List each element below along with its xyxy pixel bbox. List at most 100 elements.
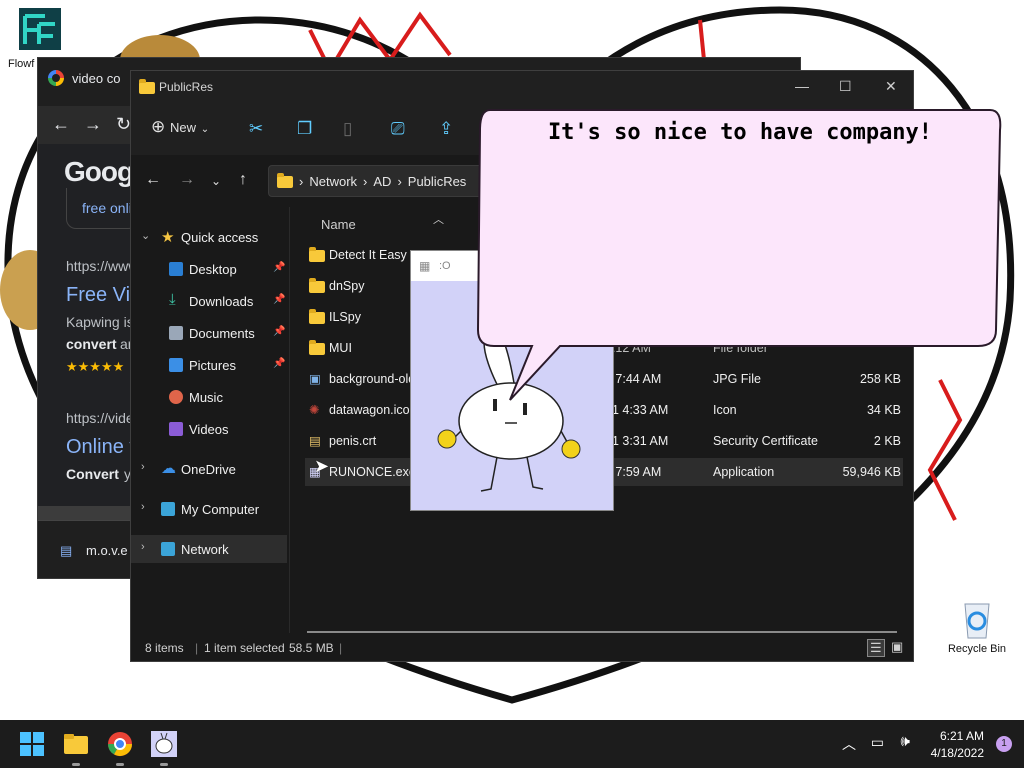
folder-icon xyxy=(309,309,325,324)
folder-icon xyxy=(309,340,325,355)
mouse-cursor-icon: ➤ xyxy=(314,456,330,476)
back-arrow-icon[interactable]: ← xyxy=(145,171,161,189)
google-logo: Goog xyxy=(64,156,134,187)
pane-divider xyxy=(289,207,290,637)
cut-icon[interactable]: ✂ xyxy=(249,119,263,139)
window-title: PublicRes xyxy=(159,80,214,94)
chevron-right-icon: › xyxy=(141,501,145,513)
star-icon: ★ xyxy=(161,229,175,246)
folder-icon xyxy=(139,79,155,94)
navigation-pane: ⌄ ★ Quick access Desktop 📌 ⤓ Downloads 📌… xyxy=(131,207,289,627)
pin-icon[interactable]: 📌 xyxy=(273,326,285,337)
taskbar: ︿ ▭ 🕪 6:21 AM 4/18/2022 1 xyxy=(0,720,1024,768)
system-clock[interactable]: 6:21 AM 4/18/2022 xyxy=(931,728,984,762)
up-arrow-icon[interactable]: ↑ xyxy=(239,171,247,189)
close-icon[interactable]: ✕ xyxy=(885,78,897,95)
ico-file-icon: ✺ xyxy=(309,403,320,417)
rating-stars: ★★★★★ xyxy=(66,359,125,374)
breadcrumb-item[interactable]: AD xyxy=(373,174,391,189)
start-button[interactable] xyxy=(16,728,48,760)
copy-icon[interactable]: ❐ xyxy=(297,119,312,139)
paste-icon[interactable]: ▯ xyxy=(343,119,352,139)
column-header-name[interactable]: Name xyxy=(321,217,356,232)
download-icon: ⤓ xyxy=(169,291,176,308)
selection-count: 1 item selected xyxy=(204,641,285,655)
breadcrumb-item[interactable]: Network xyxy=(309,174,357,189)
notification-badge[interactable]: 1 xyxy=(996,736,1012,752)
taskbar-mascot-app[interactable] xyxy=(148,728,180,766)
cloud-icon: ☁ xyxy=(161,460,176,477)
mascot-app-icon xyxy=(151,731,177,757)
sidebar-item-music[interactable]: Music xyxy=(131,383,287,411)
network-icon xyxy=(161,542,175,556)
music-icon xyxy=(169,390,183,404)
chevron-right-icon: › xyxy=(141,461,145,473)
recycle-bin-icon xyxy=(964,603,990,639)
result-title-link[interactable]: Online v xyxy=(66,436,139,459)
chrome-icon xyxy=(108,732,132,757)
app-logo-icon xyxy=(19,8,61,50)
chevron-down-icon: ⌄ xyxy=(141,230,151,242)
taskbar-chrome[interactable] xyxy=(104,728,136,766)
app-icon: ▦ xyxy=(419,259,431,273)
sidebar-item-desktop[interactable]: Desktop 📌 xyxy=(131,255,287,283)
horizontal-scrollbar[interactable] xyxy=(38,506,130,520)
video-icon xyxy=(169,422,183,436)
tiles-view-icon[interactable]: ▣ xyxy=(891,639,903,655)
details-view-icon[interactable]: ☰ xyxy=(867,639,885,657)
pin-icon[interactable]: 📌 xyxy=(273,294,285,305)
document-icon xyxy=(169,326,183,340)
certificate-icon: ▤ xyxy=(309,434,321,448)
pin-icon[interactable]: 📌 xyxy=(273,358,285,369)
reload-icon[interactable]: ↻ xyxy=(116,114,131,135)
address-bar[interactable]: › Network › AD › PublicRes xyxy=(268,165,488,197)
result-snippet-bold: Convert xyxy=(66,466,119,482)
sidebar-item-pictures[interactable]: Pictures 📌 xyxy=(131,351,287,379)
new-button[interactable]: ⊕ New ⌄ xyxy=(151,117,209,137)
explorer-title-bar: PublicRes — ☐ ✕ xyxy=(131,71,913,103)
sidebar-item-my-computer[interactable]: › My Computer xyxy=(131,495,287,523)
desktop-recycle-bin[interactable]: Recycle Bin xyxy=(942,596,1012,655)
chrome-tab[interactable]: video co xyxy=(48,70,120,86)
download-item[interactable]: m.o.v.e xyxy=(86,543,128,558)
folder-icon xyxy=(64,734,88,754)
status-bar: 8 items | 1 item selected 58.5 MB | ☰ ▣ xyxy=(131,633,913,661)
google-icon xyxy=(48,70,64,86)
result-title-link[interactable]: Free Vi xyxy=(66,284,130,307)
chevron-up-icon[interactable]: ︿ xyxy=(842,734,856,754)
minimize-icon[interactable]: — xyxy=(795,78,809,94)
rename-icon[interactable]: ⎚ xyxy=(391,119,405,139)
speech-bubble xyxy=(476,109,1002,401)
maximize-icon[interactable]: ☐ xyxy=(839,78,852,95)
selection-size: 58.5 MB xyxy=(289,641,334,655)
folder-icon xyxy=(309,278,325,293)
taskbar-file-explorer[interactable] xyxy=(60,728,92,766)
volume-icon[interactable]: 🕪 xyxy=(901,733,910,750)
sidebar-item-downloads[interactable]: ⤓ Downloads 📌 xyxy=(131,287,287,315)
search-chip[interactable]: free onli xyxy=(66,188,138,229)
file-icon: ▤ xyxy=(60,543,73,558)
share-icon[interactable]: ⇪ xyxy=(439,119,453,139)
computer-icon xyxy=(161,502,175,516)
sort-up-icon: ︿ xyxy=(433,214,444,226)
speech-bubble-text: It's so nice to have company! xyxy=(547,120,933,145)
forward-arrow-icon[interactable]: → xyxy=(179,171,195,189)
sidebar-item-quick-access[interactable]: ⌄ ★ Quick access xyxy=(131,223,287,251)
sidebar-item-documents[interactable]: Documents 📌 xyxy=(131,319,287,347)
forward-arrow-icon[interactable]: → xyxy=(84,114,102,135)
desktop-shortcut-flowf[interactable]: Flowf xyxy=(8,6,68,70)
folder-icon xyxy=(309,247,325,262)
sidebar-item-network[interactable]: › Network xyxy=(131,535,287,563)
breadcrumb-item[interactable]: PublicRes xyxy=(408,174,467,189)
picture-icon xyxy=(169,358,183,372)
network-status-icon[interactable]: ▭ xyxy=(871,734,884,751)
pin-icon[interactable]: 📌 xyxy=(273,262,285,273)
recent-chevron-icon[interactable]: ⌄ xyxy=(211,174,221,188)
sidebar-item-onedrive[interactable]: › ☁ OneDrive xyxy=(131,455,287,483)
image-file-icon: ▣ xyxy=(309,372,321,386)
back-arrow-icon[interactable]: ← xyxy=(52,114,70,135)
sidebar-item-videos[interactable]: Videos xyxy=(131,415,287,443)
windows-start-icon xyxy=(20,732,44,756)
desktop-icon xyxy=(169,262,183,276)
result-url: https://vide xyxy=(66,410,134,426)
